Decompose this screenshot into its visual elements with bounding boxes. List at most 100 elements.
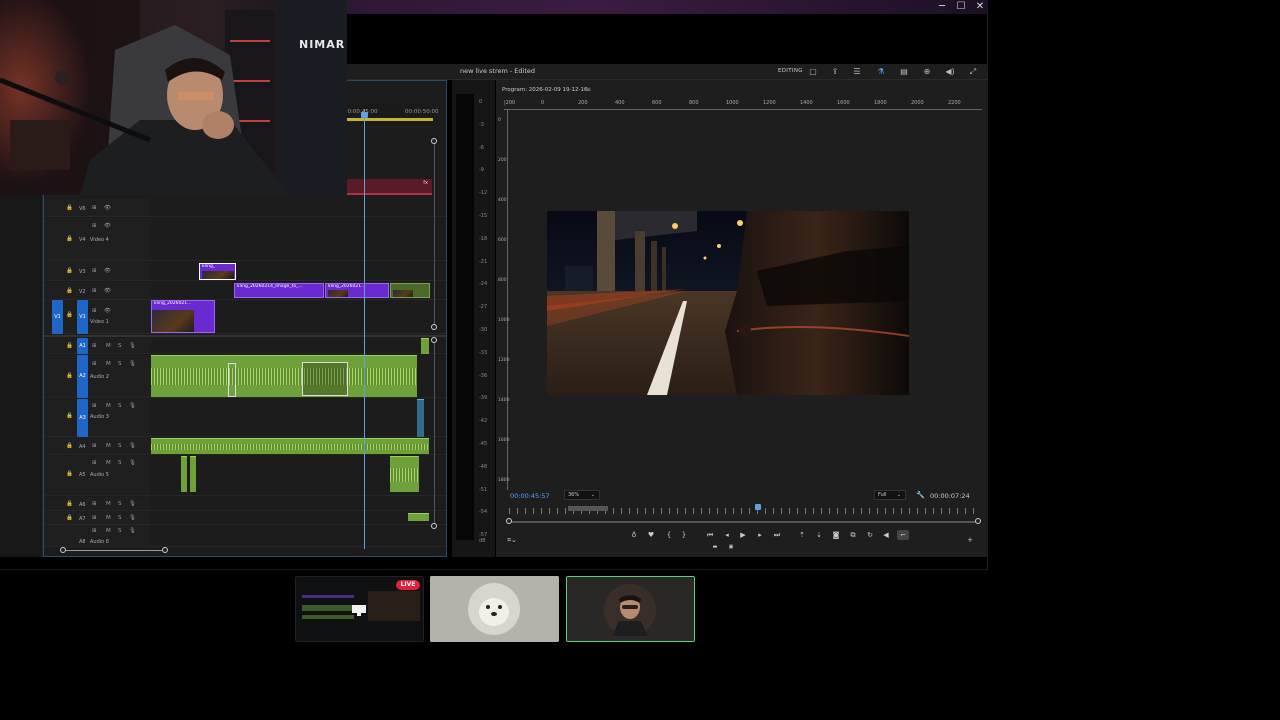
safe-margins-icon[interactable]: ⌐ <box>897 530 909 540</box>
mute-button[interactable]: M <box>106 403 111 409</box>
eye-icon[interactable]: 👁 <box>104 205 111 211</box>
lock-icon[interactable]: 🔒 <box>66 268 73 274</box>
lock-icon[interactable]: 🔒 <box>66 501 73 507</box>
sync-icon[interactable]: ⊞ <box>92 528 97 534</box>
solo-button[interactable]: S <box>118 501 122 507</box>
sync-icon[interactable]: ⊞ <box>92 268 97 274</box>
video-clip[interactable]: kling_2026021... <box>151 300 215 333</box>
mic-icon[interactable]: 🎙 <box>129 443 136 449</box>
audio-clip[interactable] <box>421 338 429 354</box>
audio-clip[interactable] <box>408 513 429 521</box>
sync-icon[interactable]: ⊞ <box>92 205 97 211</box>
crossfade-transition[interactable] <box>302 362 348 396</box>
mute-button[interactable]: M <box>106 515 111 521</box>
mark-out-icon[interactable]: } <box>678 530 690 540</box>
sync-icon[interactable]: ⊞ <box>92 403 97 409</box>
lock-icon[interactable]: 🔒 <box>66 443 73 449</box>
add-button-icon[interactable]: + <box>964 535 976 545</box>
minimize-button[interactable]: ─ <box>932 1 952 13</box>
sync-icon[interactable]: ⊞ <box>92 443 97 449</box>
mute-button[interactable]: M <box>106 361 111 367</box>
track-target-a3[interactable]: A3 <box>77 399 88 437</box>
sync-icon[interactable]: ⊞ <box>92 501 97 507</box>
mute-button[interactable]: M <box>106 343 111 349</box>
audio-clip[interactable] <box>390 456 419 492</box>
track-target-v1[interactable]: V1 <box>77 300 88 334</box>
monitor-playhead[interactable] <box>755 504 761 510</box>
source-patch-v1[interactable]: V1 <box>52 300 63 334</box>
current-timecode[interactable]: 00:00:45:57 <box>510 492 550 500</box>
solo-button[interactable]: S <box>118 403 122 409</box>
scene-thumbnail-webcam[interactable] <box>566 576 695 642</box>
monitor-menu-icon[interactable]: ≡ <box>586 86 591 93</box>
mark-in-icon[interactable]: { <box>663 530 675 540</box>
lock-icon[interactable]: 🔒 <box>66 471 73 477</box>
clip-edit-point[interactable] <box>228 363 236 397</box>
scrub-handle-left[interactable] <box>506 518 512 524</box>
play-button[interactable]: ▶ <box>737 530 749 540</box>
add-marker-icon[interactable]: ♥ <box>645 530 657 540</box>
audio-clip[interactable] <box>190 456 196 492</box>
sync-icon[interactable]: ⊞ <box>92 343 97 349</box>
eye-icon[interactable]: 👁 <box>104 288 111 294</box>
compare-icon[interactable]: ⧉ <box>847 530 859 540</box>
settings-icon[interactable]: ⌗⌄ <box>506 535 518 545</box>
camera-icon[interactable]: ◙ <box>830 530 842 540</box>
maximize-button[interactable]: ☐ <box>951 1 971 13</box>
workspace-editing-tab[interactable]: EDITING <box>778 68 803 74</box>
scene-thumbnail-dog[interactable] <box>430 576 559 642</box>
menu-icon[interactable]: ☰ <box>851 66 863 78</box>
track-target-a2[interactable]: A2 <box>77 355 88 398</box>
solo-button[interactable]: S <box>118 443 122 449</box>
export-icon[interactable]: ▢ <box>807 66 819 78</box>
timeline-zoom-scrollbar[interactable] <box>64 550 166 551</box>
eye-icon[interactable]: 👁 <box>104 223 111 229</box>
video-scroll-handle-top[interactable] <box>431 138 437 144</box>
marker-icon[interactable]: ♁ <box>628 530 640 540</box>
video-scroll-track[interactable] <box>434 139 435 329</box>
step-back-button[interactable]: ◂ <box>721 530 733 540</box>
audio-scroll-handle-bottom[interactable] <box>431 523 437 529</box>
scrub-handle-right[interactable] <box>975 518 981 524</box>
step-forward-button[interactable]: ▸ <box>754 530 766 540</box>
playback-resolution-select[interactable]: Full ⌄ <box>874 490 906 500</box>
audio-scroll-handle-top[interactable] <box>431 337 437 343</box>
solo-button[interactable]: S <box>118 528 122 534</box>
video-clip[interactable]: kling_2026021... <box>325 283 389 298</box>
sync-icon[interactable]: ⊞ <box>92 288 97 294</box>
lock-icon[interactable]: 🔒 <box>66 413 73 419</box>
lock-icon[interactable]: 🔒 <box>66 288 73 294</box>
mute-button[interactable]: M <box>106 501 111 507</box>
mic-icon[interactable]: 🎙 <box>129 361 136 367</box>
close-button[interactable]: ✕ <box>970 1 990 13</box>
extract-icon[interactable]: ⇣ <box>813 530 825 540</box>
lock-icon[interactable]: 🔒 <box>66 236 73 242</box>
volume-icon[interactable]: ◀) <box>944 66 956 78</box>
program-frame[interactable] <box>547 211 909 395</box>
expand-icon[interactable]: ⤢ <box>967 66 979 78</box>
lock-icon[interactable]: 🔒 <box>66 312 73 318</box>
video-clip[interactable]: kling_ <box>199 263 236 280</box>
zoom-handle-right[interactable] <box>162 547 168 553</box>
mic-icon[interactable]: 🎙 <box>129 460 136 466</box>
eye-icon[interactable]: 👁 <box>104 308 111 314</box>
sync-icon[interactable]: ⊞ <box>92 361 97 367</box>
eye-icon[interactable]: 👁 <box>104 268 111 274</box>
solo-button[interactable]: S <box>118 515 122 521</box>
playhead-handle[interactable] <box>361 112 368 118</box>
chat-icon[interactable]: ▤ <box>898 66 910 78</box>
lock-icon[interactable]: 🔒 <box>66 205 73 211</box>
sync-icon[interactable]: ⊞ <box>92 460 97 466</box>
in-out-range[interactable] <box>568 506 608 511</box>
vr-icon[interactable]: ↻ <box>864 530 876 540</box>
sync-icon[interactable]: ⊞ <box>92 515 97 521</box>
video-clip[interactable]: kling_20260214_Image_to_... <box>234 283 324 298</box>
solo-button[interactable]: S <box>118 460 122 466</box>
wrench-icon[interactable]: 🔧 <box>916 491 925 499</box>
mute-button[interactable]: M <box>106 460 111 466</box>
video-clip[interactable] <box>390 283 430 298</box>
mic-icon[interactable]: 🎙 <box>129 343 136 349</box>
lock-icon[interactable]: 🔒 <box>66 373 73 379</box>
go-to-out-button[interactable]: ⏭ <box>771 530 783 540</box>
share-icon[interactable]: ⇪ <box>829 66 841 78</box>
